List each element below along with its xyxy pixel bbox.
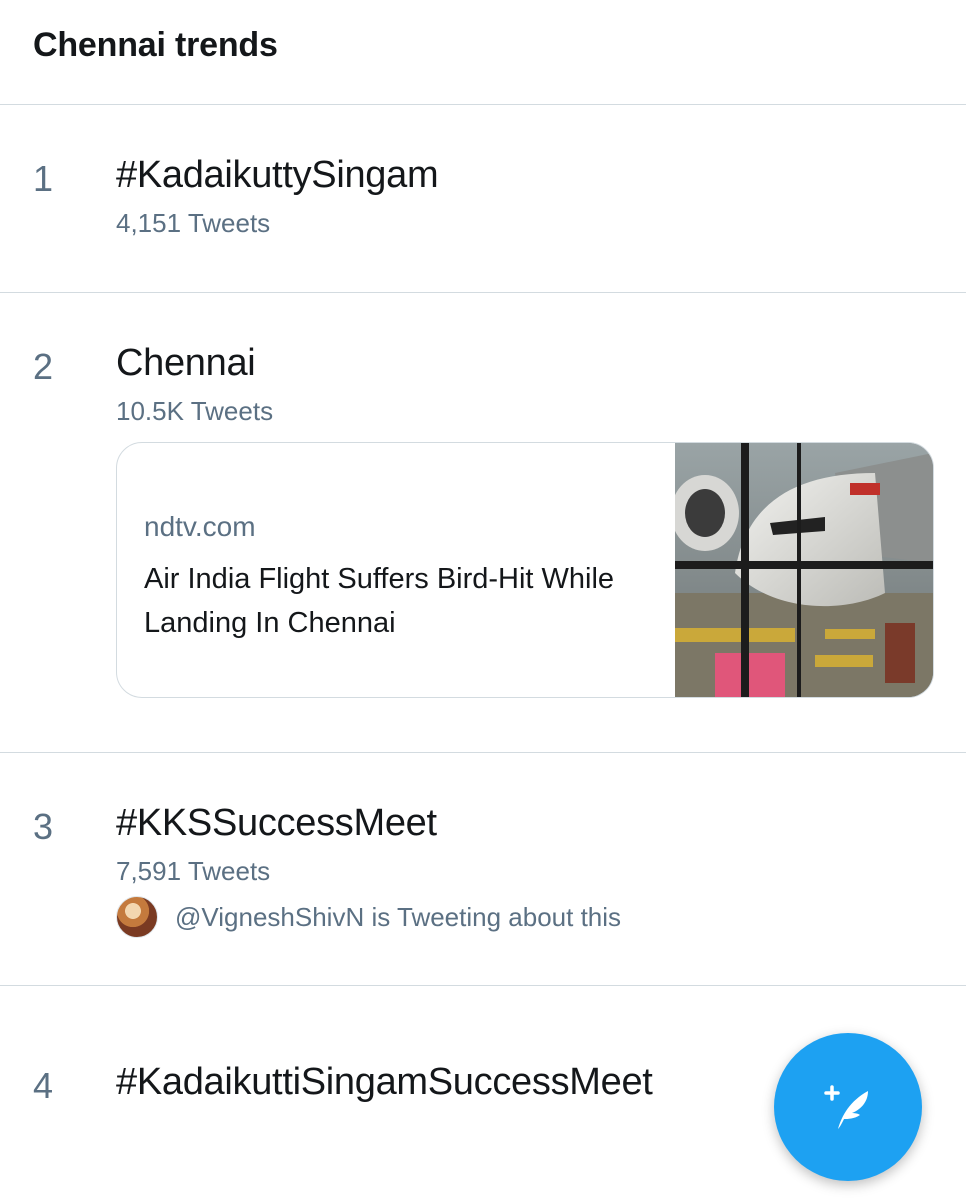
trend-tweet-count: 10.5K Tweets [116,396,274,426]
trend-name: #KadaikuttySingam [116,154,439,196]
compose-tweet-button[interactable] [774,1033,922,1181]
trend-rank: 2 [33,346,54,387]
trend-item[interactable]: 1 #KadaikuttySingam 4,151 Tweets [0,106,966,293]
page-title: Chennai trends [33,26,278,64]
compose-tweet-icon [824,1085,868,1129]
trend-name: #KKSSuccessMeet [116,802,437,844]
news-thumbnail-image [671,443,933,697]
trend-rank: 1 [33,158,54,199]
news-headline: Air India Flight Suffers Bird-Hit While … [144,563,615,639]
header: Chennai trends [0,0,966,105]
trend-item[interactable]: 3 #KKSSuccessMeet 7,591 Tweets @VigneshS… [0,754,966,986]
trend-name: #KadaikuttiSingamSuccessMeet [116,1061,653,1103]
trend-name: Chennai [116,342,256,384]
trend-rank: 3 [33,806,54,847]
tweeting-about-row[interactable]: @VigneshShivN is Tweeting about this [116,896,621,938]
trend-tweet-count: 7,591 Tweets [116,856,271,886]
news-source: ndtv.com [144,511,256,542]
trends-page: Chennai trends 1 #KadaikuttySingam 4,151… [0,0,966,1200]
avatar [116,896,158,938]
news-card[interactable]: ndtv.com Air India Flight Suffers Bird-H… [116,442,934,698]
airplane-at-gate-image [671,443,933,697]
tweeting-about-text: @VigneshShivN is Tweeting about this [175,901,622,932]
trend-tweet-count: 4,151 Tweets [116,208,271,238]
trend-rank: 4 [33,1065,54,1106]
trend-item[interactable]: 2 Chennai 10.5K Tweets ndtv.com Air Indi… [0,294,966,753]
